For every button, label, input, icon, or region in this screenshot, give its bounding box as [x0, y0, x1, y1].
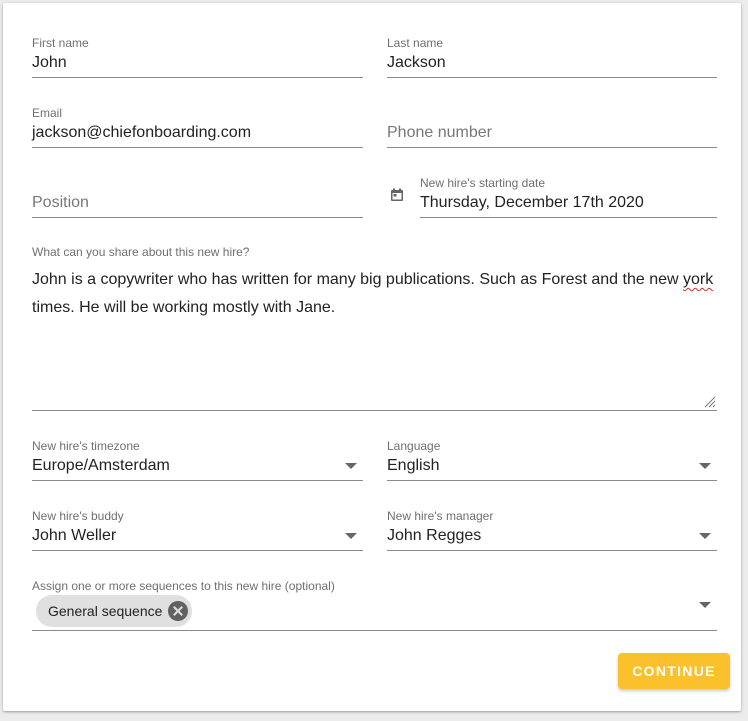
start-date-label: New hire's starting date [420, 176, 546, 190]
language-label: Language [387, 439, 441, 453]
calendar-icon[interactable] [390, 188, 404, 202]
sequence-chip-label: General sequence [48, 603, 163, 619]
timezone-value[interactable]: Europe/Amsterdam [32, 457, 170, 475]
about-label: What can you share about this new hire? [32, 245, 250, 259]
last-name-value[interactable]: Jackson [387, 54, 446, 72]
caret-down-icon[interactable] [345, 533, 357, 539]
caret-down-icon[interactable] [345, 463, 357, 469]
buddy-select[interactable]: New hire's buddy John Weller [32, 509, 363, 551]
about-textarea[interactable]: What can you share about this new hire? … [32, 245, 717, 411]
continue-button[interactable]: CONTINUE [618, 653, 730, 689]
caret-down-icon[interactable] [699, 463, 711, 469]
manager-label: New hire's manager [387, 509, 494, 523]
phone-number-field[interactable]: Phone number [387, 106, 717, 148]
manager-select[interactable]: New hire's manager John Regges [387, 509, 717, 551]
resize-handle-icon[interactable] [704, 396, 716, 408]
language-select[interactable]: Language English [387, 439, 717, 481]
position-placeholder[interactable]: Position [32, 194, 89, 212]
last-name-label: Last name [387, 36, 444, 50]
start-date-value[interactable]: Thursday, December 17th 2020 [420, 194, 644, 212]
first-name-value[interactable]: John [32, 54, 67, 72]
close-circle-icon[interactable] [168, 601, 189, 621]
first-name-label: First name [32, 36, 89, 50]
misspelled-word: york [683, 271, 714, 288]
about-text[interactable]: John is a copywriter who has written for… [32, 266, 722, 322]
caret-down-icon[interactable] [699, 602, 711, 608]
buddy-label: New hire's buddy [32, 509, 124, 523]
timezone-label: New hire's timezone [32, 439, 140, 453]
position-field[interactable]: Position [32, 176, 363, 218]
last-name-field[interactable]: Last name Jackson [387, 36, 717, 78]
language-value[interactable]: English [387, 457, 439, 475]
phone-number-placeholder[interactable]: Phone number [387, 124, 492, 142]
manager-value[interactable]: John Regges [387, 527, 481, 545]
start-date-field[interactable]: New hire's starting date Thursday, Decem… [391, 176, 717, 218]
first-name-field[interactable]: First name John [32, 36, 363, 78]
timezone-select[interactable]: New hire's timezone Europe/Amsterdam [32, 439, 363, 481]
email-field[interactable]: Email jackson@chiefonboarding.com [32, 106, 363, 148]
sequences-select[interactable]: Assign one or more sequences to this new… [32, 579, 717, 631]
buddy-value[interactable]: John Weller [32, 527, 116, 545]
email-label: Email [32, 106, 63, 120]
sequence-chip[interactable]: General sequence [36, 595, 193, 627]
sequences-label: Assign one or more sequences to this new… [32, 579, 335, 593]
email-value[interactable]: jackson@chiefonboarding.com [32, 124, 251, 142]
caret-down-icon[interactable] [699, 533, 711, 539]
